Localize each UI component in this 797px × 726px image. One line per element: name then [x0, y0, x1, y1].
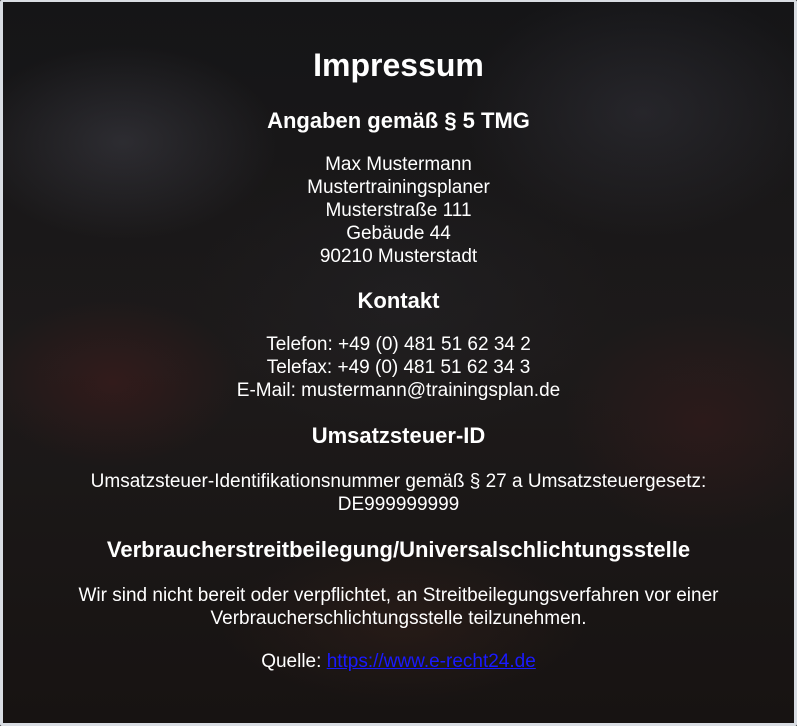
- address-building: Gebäude 44: [346, 223, 451, 244]
- vsbg-text-line-2: Verbraucherschlichtungsstelle teilzunehm…: [210, 608, 587, 629]
- address-city: 90210 Musterstadt: [319, 246, 478, 267]
- ust-number: DE999999999: [337, 494, 460, 515]
- source-line: Quelle: https://www.e-recht24.de: [3, 650, 794, 673]
- source-label: Quelle:: [261, 651, 327, 672]
- ust-heading: Umsatzsteuer-ID: [311, 423, 486, 448]
- contact-email: E-Mail: mustermann@trainingsplan.de: [236, 380, 561, 401]
- page-frame: Impressum Angaben gemäß § 5 TMG Max Must…: [0, 0, 797, 726]
- contact-fax: Telefax: +49 (0) 481 51 62 34 3: [266, 357, 531, 378]
- address-street: Musterstraße 111: [325, 200, 472, 221]
- address-company: Mustertrainingsplaner: [307, 177, 490, 198]
- source-link[interactable]: https://www.e-recht24.de: [327, 651, 536, 672]
- vsbg-block: Wir sind nicht bereit oder verpflichtet,…: [3, 584, 794, 630]
- address-block: Max Mustermann Mustertrainingsplaner Mus…: [3, 153, 794, 268]
- vsbg-text-line-1: Wir sind nicht bereit oder verpflichtet,…: [78, 585, 719, 606]
- impressum-content: Impressum Angaben gemäß § 5 TMG Max Must…: [3, 2, 794, 673]
- ust-block: Umsatzsteuer-Identifikationsnummer gemäß…: [3, 470, 794, 516]
- ust-description: Umsatzsteuer-Identifikationsnummer gemäß…: [90, 471, 707, 492]
- kontakt-heading: Kontakt: [357, 288, 440, 313]
- page-title: Impressum: [313, 47, 484, 83]
- angaben-heading: Angaben gemäß § 5 TMG: [267, 108, 530, 133]
- contact-block: Telefon: +49 (0) 481 51 62 34 2 Telefax:…: [3, 333, 794, 402]
- address-name: Max Mustermann: [325, 154, 472, 175]
- contact-phone: Telefon: +49 (0) 481 51 62 34 2: [266, 334, 531, 355]
- vsbg-heading: Verbraucherstreitbeilegung/Universalschl…: [106, 537, 691, 562]
